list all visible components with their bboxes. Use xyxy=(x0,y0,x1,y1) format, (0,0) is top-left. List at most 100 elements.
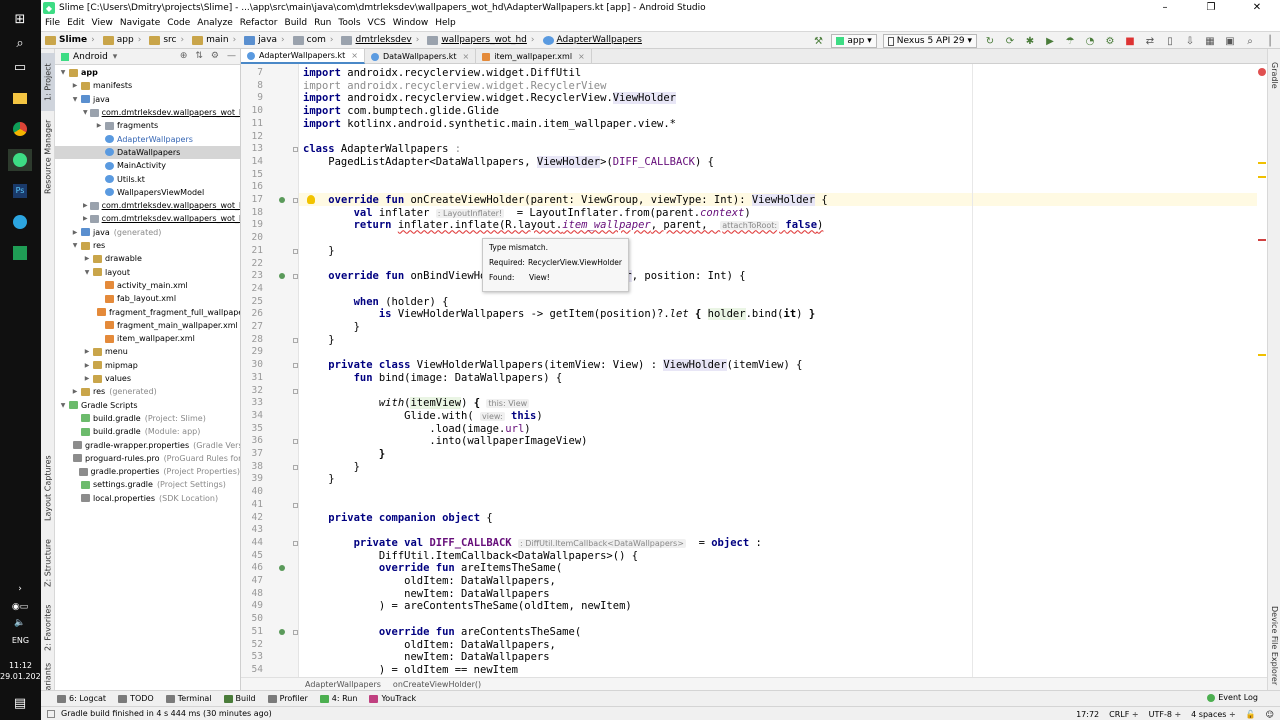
tab-device-file-explorer[interactable]: Device File Explorer xyxy=(1268,604,1280,688)
collapsed-arrow-icon[interactable]: ▶ xyxy=(95,122,103,129)
hammer-icon[interactable]: ⚒ xyxy=(810,33,826,49)
clock-date[interactable]: 29.01.2020 xyxy=(0,672,46,682)
event-log-button[interactable]: Event Log xyxy=(1207,693,1258,702)
maximize-button[interactable]: ❐ xyxy=(1188,0,1234,16)
code-line[interactable]: .into(wallpaperImageView) xyxy=(303,435,587,447)
collapsed-arrow-icon[interactable]: ▶ xyxy=(71,388,79,395)
android-studio-icon[interactable] xyxy=(8,149,32,171)
close-tab-icon[interactable]: × xyxy=(463,52,470,61)
tree-item[interactable]: gradle-wrapper.properties(Gradle Version… xyxy=(55,438,240,451)
code-line[interactable]: override fun onCreateViewHolder(parent: … xyxy=(303,194,828,206)
clock-time[interactable]: 11:12 xyxy=(0,661,41,671)
intention-bulb-icon[interactable] xyxy=(307,195,315,204)
windows-start-icon[interactable]: ⊞ xyxy=(8,8,32,30)
debug-icon[interactable]: ✱ xyxy=(1022,33,1038,49)
tree-item[interactable]: fragment_fragment_full_wallpaper.xml xyxy=(55,305,240,318)
warning-mark[interactable] xyxy=(1258,176,1266,178)
status-toggle-icon[interactable] xyxy=(47,709,55,718)
warning-mark[interactable] xyxy=(1258,162,1266,164)
code-line[interactable]: } xyxy=(303,448,385,460)
breadcrumb-dmtrleksdev[interactable]: dmtrleksdev › xyxy=(337,35,419,45)
code-line[interactable]: newItem: DataWallpapers xyxy=(303,651,549,663)
stop-icon[interactable]: ■ xyxy=(1122,33,1138,49)
override-marker-icon[interactable] xyxy=(279,565,285,572)
collapsed-arrow-icon[interactable]: ▶ xyxy=(83,375,91,382)
code-line[interactable]: private class ViewHolderWallpapers(itemV… xyxy=(303,359,802,372)
tree-item[interactable]: ▼ app xyxy=(55,66,240,79)
code-breadcrumb-method[interactable]: onCreateViewHolder() xyxy=(393,680,481,689)
menu-run[interactable]: Run xyxy=(314,18,331,28)
editor-tab[interactable]: AdapterWallpapers.kt × xyxy=(241,49,365,64)
menu-build[interactable]: Build xyxy=(285,18,308,28)
tree-item[interactable]: fab_layout.xml xyxy=(55,292,240,305)
run-icon[interactable]: ▶ xyxy=(1042,33,1058,49)
app-green-icon[interactable] xyxy=(8,242,32,264)
profile-icon[interactable]: ◔ xyxy=(1082,33,1098,49)
close-button[interactable]: ✕ xyxy=(1234,0,1280,16)
breadcrumb-java[interactable]: java › xyxy=(240,35,285,45)
apply-changes-icon[interactable]: ⟳ xyxy=(1002,33,1018,49)
expanded-arrow-icon[interactable]: ▼ xyxy=(71,96,79,103)
tree-item[interactable]: ▶ manifests xyxy=(55,79,240,92)
expanded-arrow-icon[interactable]: ▼ xyxy=(59,402,67,409)
collapsed-arrow-icon[interactable]: ▶ xyxy=(83,348,91,355)
search-icon[interactable]: ⌕ xyxy=(8,32,32,54)
fold-marker-icon[interactable] xyxy=(293,629,298,635)
fold-marker-icon[interactable] xyxy=(293,464,298,470)
chevron-down-icon[interactable]: ▾ xyxy=(113,52,118,62)
code-line[interactable]: private val DIFF_CALLBACK : DiffUtil.Ite… xyxy=(303,537,762,549)
menu-analyze[interactable]: Analyze xyxy=(197,18,232,28)
collapse-all-icon[interactable]: ⇅ xyxy=(195,51,203,61)
editor-tab[interactable]: DataWallpapers.kt × xyxy=(365,49,477,64)
file-explorer-icon[interactable] xyxy=(8,87,32,109)
code-line[interactable]: when (holder) { xyxy=(303,296,449,308)
avd-manager-icon[interactable]: ▯ xyxy=(1162,33,1178,49)
code-line[interactable]: Glide.with( view: this) xyxy=(303,410,543,422)
sync-icon[interactable]: ⇄ xyxy=(1142,33,1158,49)
warning-mark[interactable] xyxy=(1258,354,1266,356)
tree-item[interactable]: ▼ com.dmtrleksdev.wallpapers_wot_hd xyxy=(55,106,240,119)
code-line[interactable]: import com.bumptech.glide.Glide xyxy=(303,105,499,117)
code-line[interactable]: } xyxy=(303,321,360,333)
override-marker-icon[interactable] xyxy=(279,628,285,635)
menu-code[interactable]: Code xyxy=(167,18,190,28)
keyboard-language[interactable]: ENG xyxy=(0,636,41,646)
indent-setting[interactable]: 4 spaces ÷ xyxy=(1191,710,1236,719)
device-select[interactable]: Nexus 5 API 29 ▾ xyxy=(882,34,977,48)
fold-marker-icon[interactable] xyxy=(293,439,298,445)
expanded-arrow-icon[interactable]: ▼ xyxy=(71,242,79,249)
menu-window[interactable]: Window xyxy=(393,18,429,28)
code-line[interactable]: with(itemView) { this: View xyxy=(303,397,530,410)
run-config-select[interactable]: app ▾ xyxy=(831,34,877,48)
tree-item[interactable]: ▼ res xyxy=(55,239,240,252)
code-line[interactable]: import androidx.recyclerview.widget.Recy… xyxy=(303,92,676,105)
collapsed-arrow-icon[interactable]: ▶ xyxy=(71,82,79,89)
error-stripe[interactable] xyxy=(1257,64,1267,677)
breadcrumb-app[interactable]: app › xyxy=(99,35,141,45)
fold-marker-icon[interactable] xyxy=(293,337,298,343)
tree-item[interactable]: ▶ drawable xyxy=(55,252,240,265)
tab-favorites[interactable]: 2: Favorites xyxy=(41,599,55,657)
breadcrumb-project[interactable]: Slime › xyxy=(41,35,95,45)
code-line[interactable]: DiffUtil.ItemCallback<DataWallpapers>() … xyxy=(303,550,638,562)
tree-item[interactable]: proguard-rules.pro(ProGuard Rules for ap… xyxy=(55,452,240,465)
override-marker-icon[interactable] xyxy=(279,273,285,280)
tool-build[interactable]: Build xyxy=(223,694,256,703)
tree-item[interactable]: gradle.properties (Project Properties) xyxy=(55,465,240,478)
tool-logcat[interactable]: 6: Logcat xyxy=(57,694,106,703)
override-marker-icon[interactable] xyxy=(279,197,285,203)
tree-item[interactable]: ▶ mipmap xyxy=(55,359,240,372)
scope-target-icon[interactable]: ⊕ xyxy=(180,51,188,61)
tree-item[interactable]: ▼ Gradle Scripts xyxy=(55,399,240,412)
code-line[interactable]: oldItem: DataWallpapers, xyxy=(303,639,556,651)
tree-item[interactable]: build.gradle (Module: app) xyxy=(55,425,240,438)
menu-file[interactable]: File xyxy=(45,18,60,28)
code-editor[interactable]: import androidx.recyclerview.widget.Diff… xyxy=(299,64,1257,677)
tree-item[interactable]: build.gradle (Project: Slime) xyxy=(55,412,240,425)
settings-gear-icon[interactable]: ⚙ xyxy=(211,51,219,61)
collapsed-arrow-icon[interactable]: ▶ xyxy=(83,255,91,262)
volume-icon[interactable]: 🔈 xyxy=(8,612,32,634)
editor-tab[interactable]: item_wallpaper.xml × xyxy=(476,49,592,64)
tool-youtrack[interactable]: YouTrack xyxy=(369,694,416,703)
code-line[interactable]: } xyxy=(303,461,360,473)
